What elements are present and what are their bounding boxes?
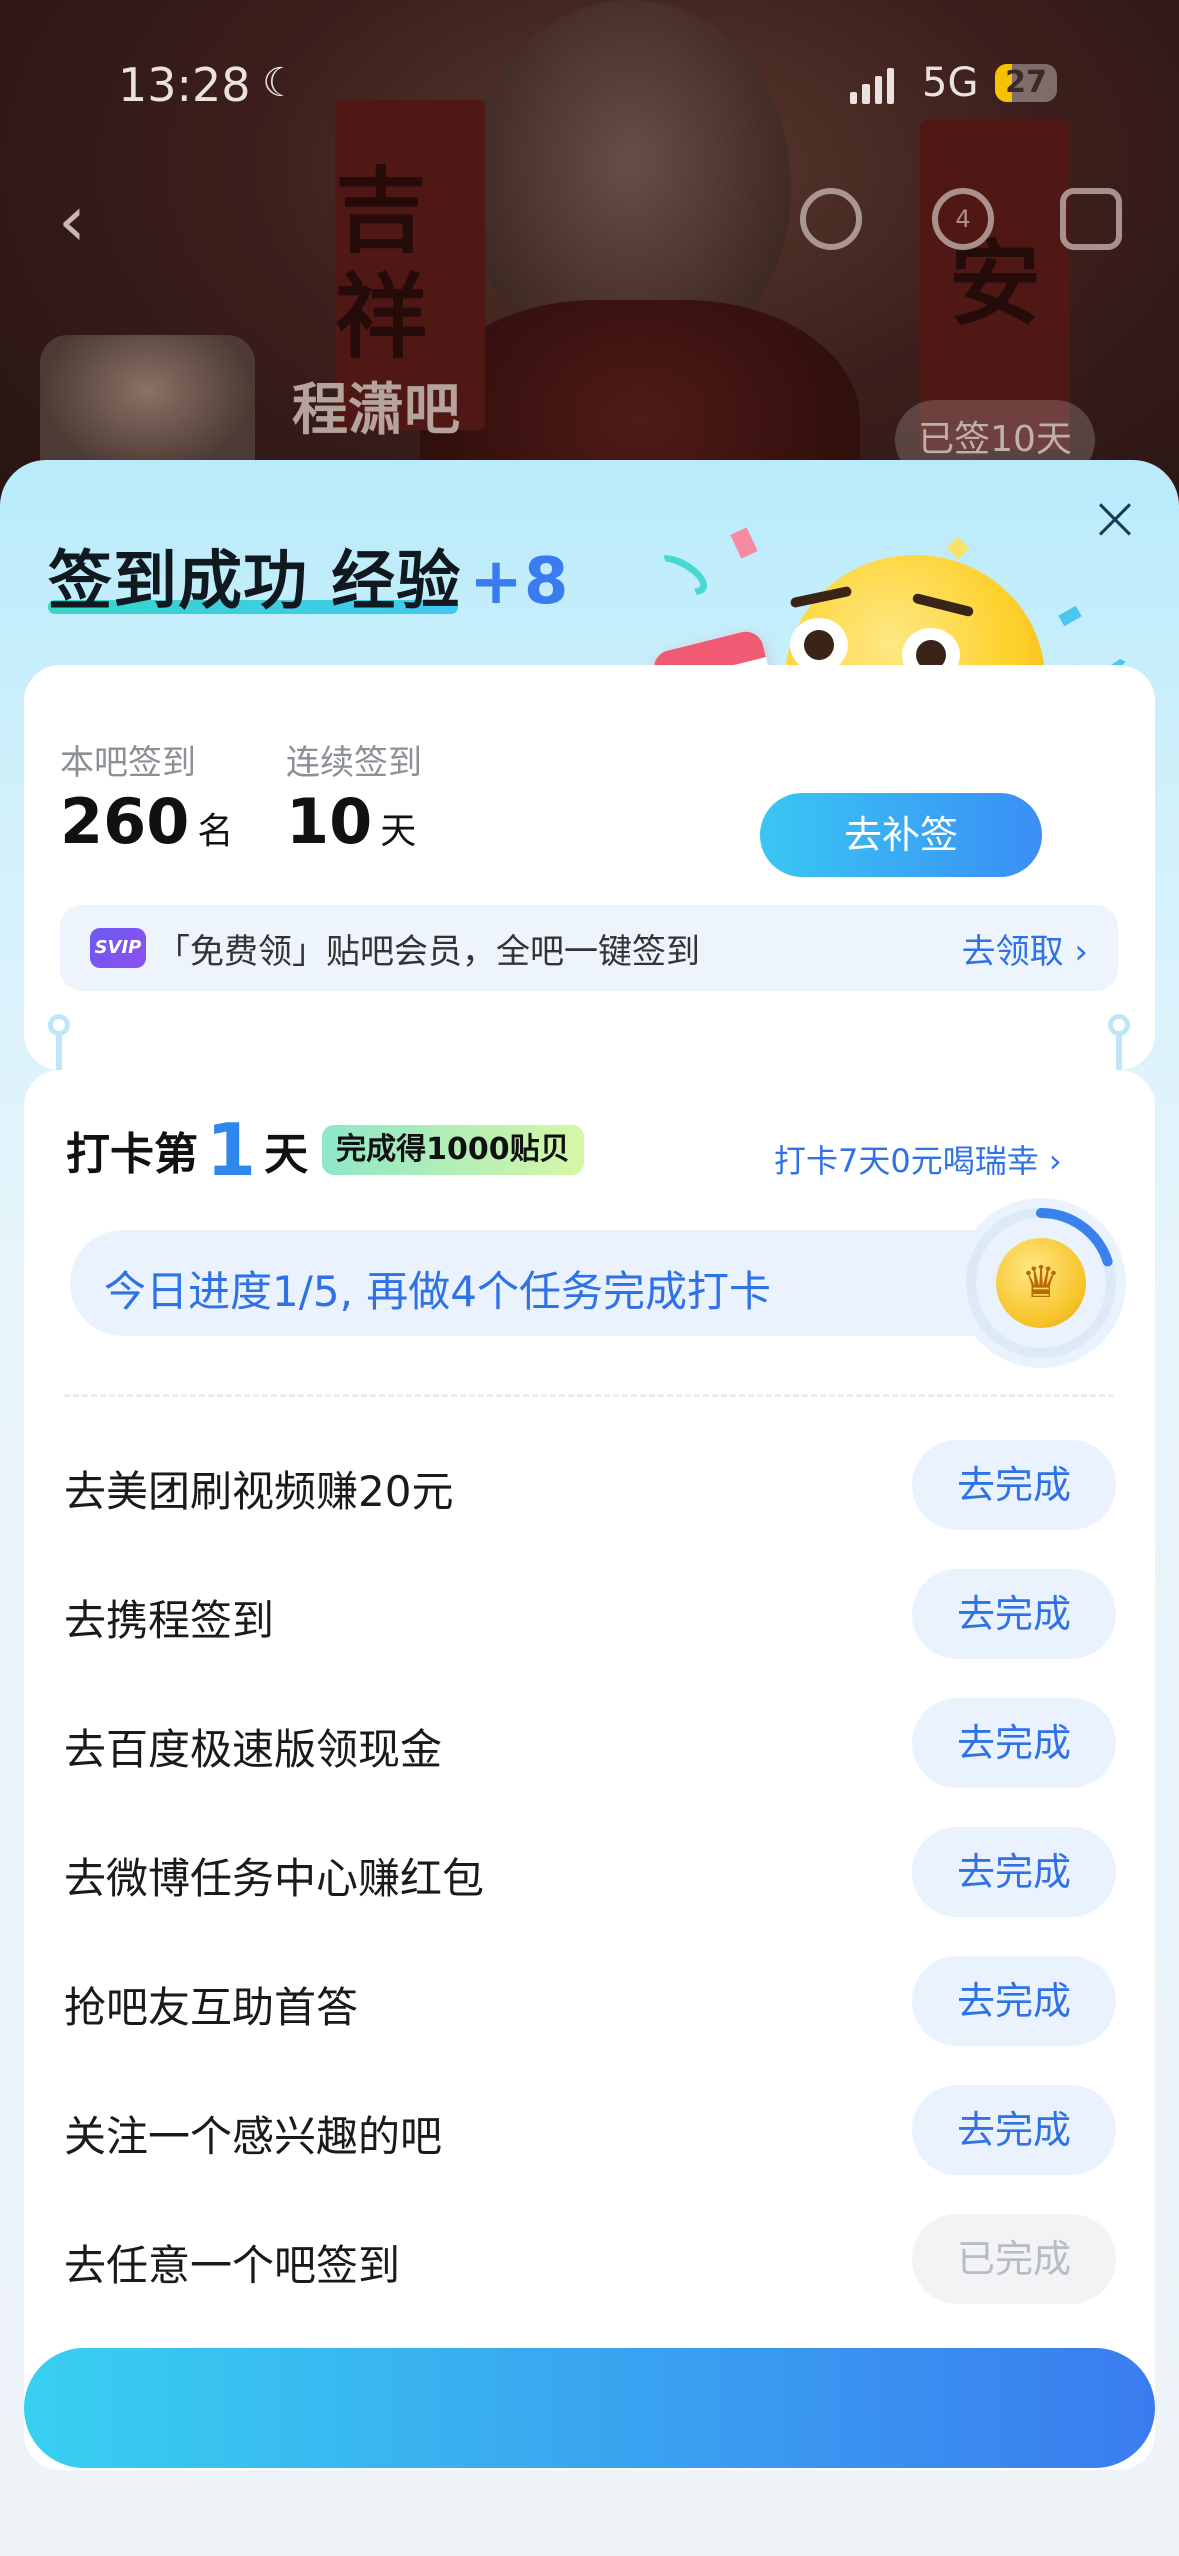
forum-header: 程潇吧 已签10天 bbox=[0, 335, 1179, 480]
task-row: 去任意一个吧签到 已完成 bbox=[24, 2214, 1155, 2306]
progress-text: 今日进度1/5, 再做4个任务完成打卡 bbox=[104, 1267, 772, 1316]
svip-icon: SVIP bbox=[90, 928, 146, 968]
task-row: 去百度极速版领现金 去完成 bbox=[24, 1698, 1155, 1790]
signal-icon bbox=[850, 68, 894, 104]
task-done-button: 已完成 bbox=[912, 2214, 1116, 2304]
edit-icon[interactable] bbox=[1060, 188, 1122, 250]
task-name: 去美团刷视频赚20元 bbox=[64, 1467, 454, 1516]
task-name: 去百度极速版领现金 bbox=[64, 1725, 443, 1774]
rank-number: 260 bbox=[60, 785, 190, 858]
title-text: 签到成功 经验 bbox=[48, 545, 462, 619]
dashed-divider bbox=[64, 1394, 1114, 1397]
checkin-day-header: 打卡第 1 天 完成得1000贴贝 bbox=[66, 1114, 584, 1186]
streak-unit: 天 bbox=[380, 811, 417, 852]
task-name: 去携程签到 bbox=[64, 1596, 275, 1645]
task-row: 抢吧友互助首答 去完成 bbox=[24, 1956, 1155, 2048]
task-row: 关注一个感兴趣的吧 去完成 bbox=[24, 2085, 1155, 2177]
task-name: 去微博任务中心赚红包 bbox=[64, 1854, 485, 1903]
task-go-button[interactable]: 去完成 bbox=[912, 1569, 1116, 1659]
progress-ring: ♛ bbox=[956, 1198, 1126, 1368]
title-group: 签到成功 经验 +8 bbox=[48, 530, 569, 620]
confetti-icon bbox=[730, 527, 758, 559]
task-row: 去微博任务中心赚红包 去完成 bbox=[24, 1827, 1155, 1919]
checkin-day-number: 1 bbox=[206, 1108, 257, 1192]
checkin-prefix: 打卡第 bbox=[66, 1129, 198, 1180]
streak-label: 连续签到 bbox=[286, 743, 422, 783]
battery-icon: 27 bbox=[995, 64, 1057, 102]
rank-unit: 名 bbox=[197, 811, 234, 852]
coin-icon: ♛ bbox=[996, 1238, 1086, 1328]
message-badge: 4 bbox=[955, 205, 971, 233]
rank-value: 260 名 bbox=[60, 785, 233, 858]
signin-stats-card: 本吧签到 260 名 连续签到 10 天 去补签 SVIP 「免费领」贴吧会员，全吧… bbox=[24, 665, 1155, 1070]
back-icon[interactable]: ‹ bbox=[58, 180, 86, 262]
makeup-signin-button[interactable]: 去补签 bbox=[760, 793, 1042, 877]
luckin-promo-link[interactable]: 打卡7天0元喝瑞幸 › bbox=[774, 1136, 1062, 1182]
vip-claim-link[interactable]: 去领取 › bbox=[962, 924, 1088, 973]
forum-name: 程潇吧 bbox=[292, 378, 460, 443]
exp-bonus: +8 bbox=[469, 545, 570, 619]
streak-value: 10 天 bbox=[286, 785, 416, 858]
vip-promo-text: 「免费领」贴吧会员，全吧一键签到 bbox=[156, 931, 700, 972]
emoji-eye bbox=[790, 618, 848, 672]
task-name: 抢吧友互助首答 bbox=[64, 1983, 359, 2032]
confetti-icon bbox=[1058, 605, 1082, 627]
task-go-button[interactable]: 去完成 bbox=[912, 1827, 1116, 1917]
top-nav: ‹ 4 bbox=[0, 180, 1179, 262]
forum-avatar bbox=[40, 335, 255, 475]
search-icon[interactable] bbox=[800, 188, 862, 250]
checkin-suffix: 天 bbox=[264, 1129, 309, 1180]
status-time: 13:28 bbox=[118, 58, 251, 112]
task-go-button[interactable]: 去完成 bbox=[912, 2085, 1116, 2175]
message-icon[interactable]: 4 bbox=[932, 188, 994, 250]
task-row: 去携程签到 去完成 bbox=[24, 1569, 1155, 1661]
task-go-button[interactable]: 去完成 bbox=[912, 1698, 1116, 1788]
network-label: 5G bbox=[922, 60, 979, 106]
task-go-button[interactable]: 去完成 bbox=[912, 1956, 1116, 2046]
battery-level: 27 bbox=[1005, 65, 1047, 100]
checkin-task-card: 打卡第 1 天 完成得1000贴贝 打卡7天0元喝瑞幸 › 今日进度1/5, 再… bbox=[24, 1070, 1155, 2470]
task-name: 关注一个感兴趣的吧 bbox=[64, 2112, 443, 2161]
progress-pill: 今日进度1/5, 再做4个任务完成打卡 bbox=[70, 1230, 1070, 1336]
moon-icon: ☾ bbox=[262, 60, 298, 106]
task-name: 去任意一个吧签到 bbox=[64, 2241, 401, 2290]
status-bar: 13:28 ☾ 5G 27 bbox=[0, 58, 1179, 118]
rank-label: 本吧签到 bbox=[60, 743, 196, 783]
sheet-title: 签到成功 经验 +8 bbox=[48, 530, 569, 622]
vip-promo-bar[interactable]: SVIP 「免费领」贴吧会员，全吧一键签到 去领取 › bbox=[60, 905, 1118, 991]
task-row: 去美团刷视频赚20元 去完成 bbox=[24, 1440, 1155, 1532]
task-go-button[interactable]: 去完成 bbox=[912, 1440, 1116, 1530]
bottom-action-button[interactable] bbox=[24, 2348, 1155, 2468]
confetti-icon bbox=[646, 547, 714, 603]
reward-badge: 完成得1000贴贝 bbox=[322, 1125, 584, 1175]
streak-number: 10 bbox=[286, 785, 373, 858]
signin-success-sheet: × 签到成功 经验 +8 本吧签到 260 名 连续签到 10 天 去补签 SV… bbox=[0, 460, 1179, 2556]
confetti-icon bbox=[946, 536, 970, 560]
